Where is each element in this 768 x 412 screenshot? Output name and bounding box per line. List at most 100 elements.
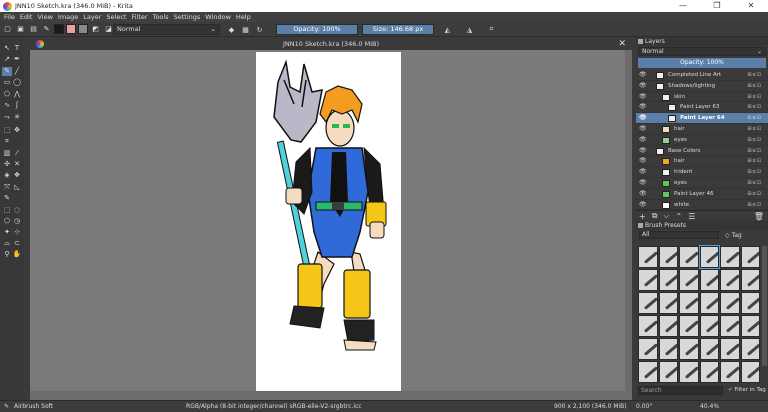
visibility-eye-icon[interactable]: 👁	[639, 124, 647, 135]
brush-preset-tile[interactable]	[699, 315, 719, 337]
menu-tools[interactable]: Tools	[153, 13, 169, 21]
layer-properties-icons[interactable]: ⊞α⊡	[747, 146, 762, 157]
filter-in-tag-checkbox[interactable]: ✓ Filter in Tag	[728, 387, 766, 393]
zoom-level[interactable]: 40.4%	[700, 401, 719, 412]
layer-properties-icons[interactable]: ⊞α⊡	[747, 178, 762, 189]
zoom-tool-icon[interactable]: ⚲	[2, 250, 12, 259]
minimize-button[interactable]: —	[666, 0, 700, 12]
layer-row[interactable]: 👁 Paint Layer 63 ⊞α⊡	[636, 102, 768, 114]
contiguous-select-icon[interactable]: ✦	[2, 228, 12, 237]
color-picker-icon[interactable]: ⁄	[12, 149, 22, 158]
line-tool-icon[interactable]: ╱	[12, 67, 22, 76]
layer-properties-icons[interactable]: ⊞α⊡	[747, 102, 762, 113]
brush-preset-tile[interactable]	[740, 361, 760, 383]
measure-tool-icon[interactable]: ◺	[12, 183, 22, 192]
document-tab[interactable]: JNN10 Sketch.kra (346.0 MiB) ✕	[30, 38, 632, 50]
canvas-area[interactable]: JNN10 Sketch.kra (346.0 MiB) ✕	[30, 38, 632, 400]
brush-preset-tile[interactable]	[658, 246, 678, 268]
visibility-eye-icon[interactable]: 👁	[639, 102, 647, 113]
new-document-icon[interactable]: ▢	[2, 24, 13, 35]
layer-row[interactable]: 👁 trident ⊞α⊡	[636, 167, 768, 178]
preserve-alpha-icon[interactable]: ▦	[240, 24, 251, 35]
layer-properties-icons[interactable]: ⊞α⊡	[747, 167, 762, 178]
layer-row[interactable]: 👁 Shadows/lighting ⊞α⊡	[636, 81, 768, 92]
magnetic-select-icon[interactable]: ⊂	[12, 239, 22, 248]
close-button[interactable]: ✕	[734, 0, 768, 12]
reference-images-icon[interactable]: ✎	[2, 194, 12, 203]
opacity-slider[interactable]: Opacity: 100%	[276, 24, 358, 35]
gradient-tool-icon[interactable]: ▥	[2, 149, 12, 158]
mirror-horizontal-icon[interactable]: ◭	[442, 24, 453, 35]
brush-preset-tile[interactable]	[720, 246, 740, 268]
layer-row[interactable]: 👁 skin ⊞α⊡	[636, 92, 768, 103]
brush-preset-tile[interactable]	[679, 246, 699, 268]
layer-properties-icons[interactable]: ⊞α⊡	[747, 200, 762, 211]
menu-image[interactable]: Image	[58, 13, 78, 21]
brush-preset-tile[interactable]	[720, 338, 740, 360]
open-document-icon[interactable]: ▣	[15, 24, 26, 35]
brush-preset-tile[interactable]	[658, 269, 678, 291]
brush-preset-tile[interactable]	[679, 361, 699, 383]
brush-preset-tile[interactable]	[638, 315, 658, 337]
brush-preset-tile[interactable]	[740, 269, 760, 291]
brush-search-input[interactable]: Search	[638, 386, 723, 395]
mirror-vertical-icon[interactable]: ◮	[464, 24, 475, 35]
brush-preset-tile[interactable]	[699, 338, 719, 360]
wrap-around-icon[interactable]: ⌗	[486, 24, 497, 35]
text-tool-icon[interactable]: T	[12, 44, 22, 53]
visibility-eye-icon[interactable]: 👁	[639, 189, 647, 200]
visibility-eye-icon[interactable]: 👁	[639, 167, 647, 178]
pan-tool-icon[interactable]: ✋	[12, 250, 22, 259]
rectangle-tool-icon[interactable]: ▭	[2, 78, 12, 87]
visibility-eye-icon[interactable]: 👁	[639, 113, 647, 124]
layer-blend-mode-select[interactable]: Normal ⌄	[638, 47, 766, 56]
layer-row[interactable]: 👁 hair ⊞α⊡	[636, 124, 768, 135]
menu-settings[interactable]: Settings	[174, 13, 201, 21]
menu-file[interactable]: File	[4, 13, 15, 21]
brush-preset-tile[interactable]	[658, 338, 678, 360]
ellipse-select-icon[interactable]: ◌	[12, 206, 22, 215]
bezier-tool-icon[interactable]: ∿	[2, 101, 12, 110]
close-document-icon[interactable]: ✕	[618, 38, 626, 50]
fill-tool-icon[interactable]: ◈	[2, 171, 12, 180]
colorize-mask-icon[interactable]: ✣	[2, 160, 12, 169]
move-layer-down-icon[interactable]: ⌵	[663, 211, 669, 221]
multibrush-icon[interactable]: ✳	[12, 113, 22, 122]
brush-preset-tile[interactable]	[720, 315, 740, 337]
brush-preset-tile[interactable]	[679, 292, 699, 314]
brush-preset-tile[interactable]	[699, 269, 719, 291]
brush-preset-tile[interactable]	[699, 361, 719, 383]
vertical-scrollbar[interactable]	[625, 50, 632, 391]
blend-mode-select[interactable]: Normal ⌄	[113, 24, 220, 35]
canvas-rotation[interactable]: 0.00°	[636, 401, 652, 412]
brush-presets-scrollbar[interactable]	[762, 246, 767, 366]
smart-patch-icon[interactable]: ✕	[12, 160, 22, 169]
layer-properties-icons[interactable]: ⊞α⊡	[747, 189, 762, 200]
layer-row[interactable]: 👁 white ⊞α⊡	[636, 200, 768, 211]
brush-preset-tile[interactable]	[638, 246, 658, 268]
brush-preset-icon[interactable]: ✎	[41, 24, 52, 35]
tag-button[interactable]: ◇ Tag	[725, 232, 742, 239]
layer-properties-icons[interactable]: ⊞α⊡	[747, 81, 762, 92]
duplicate-layer-icon[interactable]: ⧉	[652, 211, 658, 221]
visibility-eye-icon[interactable]: 👁	[639, 200, 647, 211]
visibility-eye-icon[interactable]: 👁	[639, 156, 647, 167]
brush-settings-icon[interactable]: ◩	[90, 24, 101, 35]
layer-row[interactable]: 👁 hair ⊞α⊡	[636, 156, 768, 168]
menu-filter[interactable]: Filter	[131, 13, 147, 21]
brush-preset-tile[interactable]	[720, 292, 740, 314]
layer-properties-icons[interactable]: ⊞α⊡	[747, 124, 762, 135]
brush-preset-tile[interactable]	[638, 269, 658, 291]
polyline-tool-icon[interactable]: ⋀	[12, 90, 22, 99]
brush-preset-tile[interactable]	[679, 338, 699, 360]
transform-tool-icon[interactable]: ⬚	[2, 126, 12, 135]
menu-layer[interactable]: Layer	[83, 13, 101, 21]
layer-row[interactable]: 👁 eyes ⊞α⊡	[636, 178, 768, 189]
layer-properties-icons[interactable]: ⊞α⊡	[747, 135, 762, 146]
brush-preset-tile[interactable]	[740, 315, 760, 337]
dynamic-brush-icon[interactable]: ⤳	[2, 113, 12, 122]
freehand-brush-icon[interactable]: ✎	[2, 67, 12, 76]
visibility-eye-icon[interactable]: 👁	[639, 135, 647, 146]
visibility-eye-icon[interactable]: 👁	[639, 70, 647, 81]
layer-properties-icons[interactable]: ⊞α⊡	[747, 70, 762, 81]
